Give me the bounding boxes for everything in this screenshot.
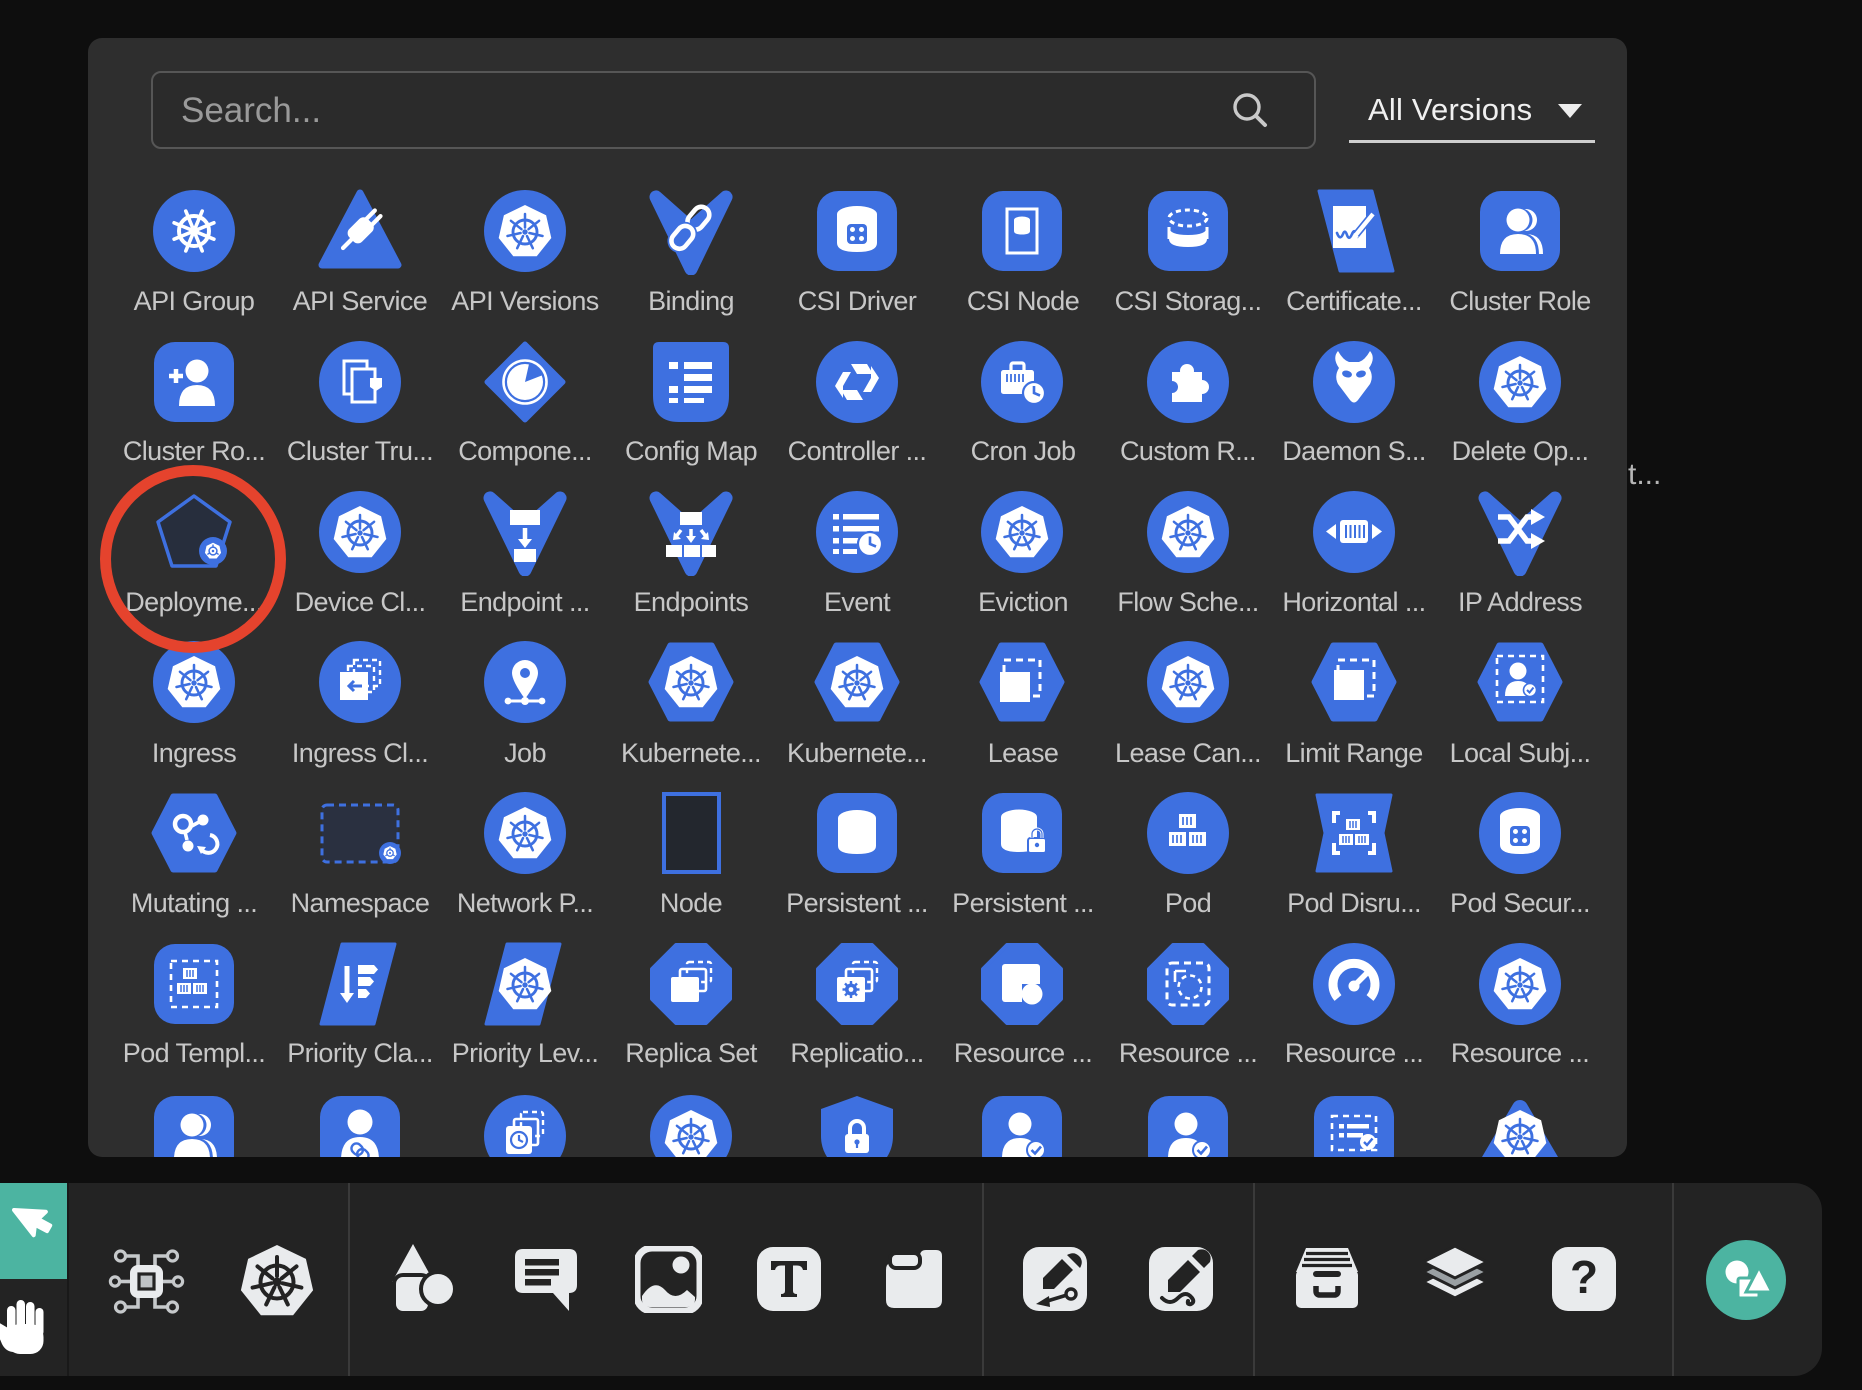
svg-text:?: ? bbox=[1570, 1251, 1598, 1303]
